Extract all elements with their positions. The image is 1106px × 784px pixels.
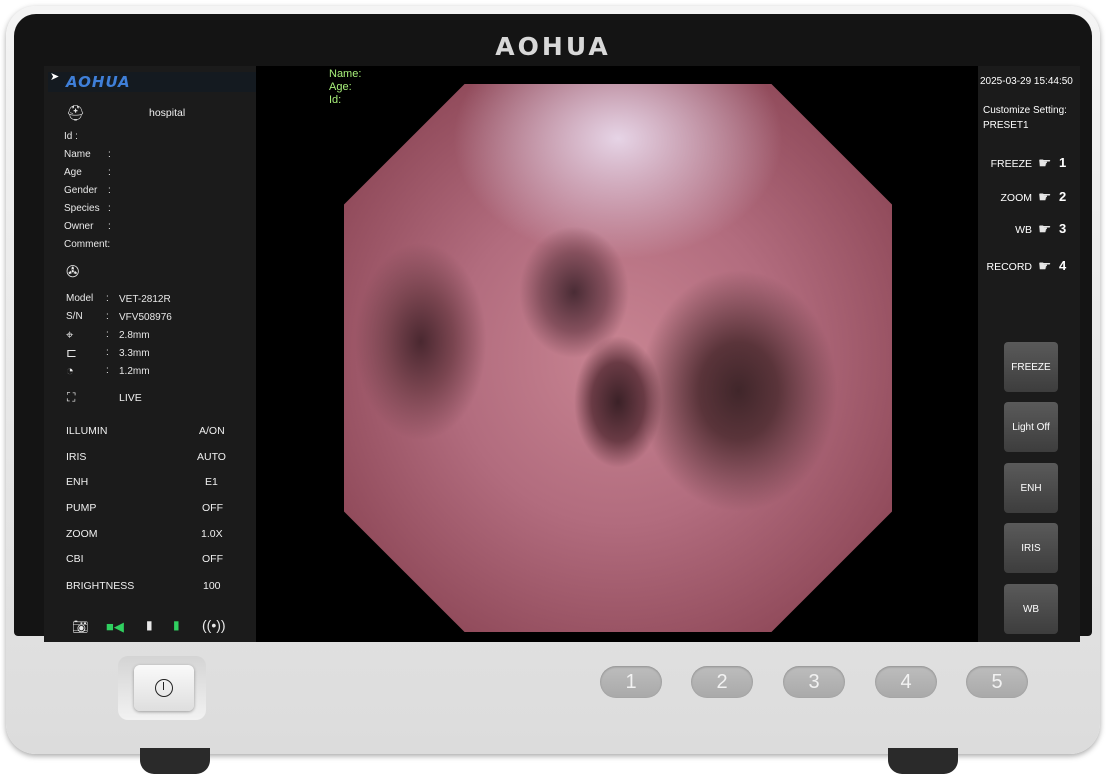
separator: : (108, 203, 111, 214)
separator: : (108, 185, 111, 196)
panel-logo: AOHUA (48, 72, 256, 92)
enh-button[interactable]: ENH (1004, 463, 1058, 513)
setting-value: E1 (205, 476, 218, 488)
setting-label: IRIS (66, 451, 87, 463)
overlay-id-label: Id: (329, 94, 342, 106)
tip-diameter-value: 2.8mm (119, 330, 150, 341)
usb-icon: ▮ (146, 618, 153, 632)
bend-value: 1.2mm (119, 366, 150, 377)
model-value: VET-2812R (119, 294, 171, 305)
hand-button-icon: ☛ (1038, 221, 1052, 238)
separator: : (108, 149, 111, 160)
hotkey-number: 1 (1059, 155, 1067, 170)
setting-label: ILLUMIN (66, 425, 108, 437)
mouse-cursor-icon: ➤ (50, 71, 60, 83)
wb-button[interactable]: WB (1004, 584, 1058, 634)
endoscope-monitor: AOHUA AOHUA ➤ ⛑ hospital Id : Name : Age… (6, 6, 1100, 754)
setting-label: ENH (66, 476, 89, 488)
hotkey-number: 3 (1059, 221, 1067, 236)
setting-value: 100 (203, 580, 221, 592)
setting-value: 1.0X (201, 528, 223, 540)
device-brand-logo: AOHUA (495, 32, 611, 61)
hotkey-zoom: ZOOM ☛ 2 (978, 188, 1078, 208)
front-button-4[interactable]: 4 (875, 666, 937, 698)
hotkey-freeze: FREEZE ☛ 1 (978, 154, 1078, 174)
screen-bezel: AOHUA AOHUA ➤ ⛑ hospital Id : Name : Age… (14, 14, 1092, 642)
patient-gender-label: Gender (64, 185, 98, 196)
setting-label: BRIGHTNESS (66, 580, 135, 592)
separator: : (106, 293, 109, 304)
hand-button-icon: ☛ (1038, 258, 1052, 275)
patient-name-label: Name (64, 149, 91, 160)
overlay-age-label: Age: (329, 81, 352, 93)
setting-label: PUMP (66, 502, 97, 514)
sn-label: S/N (66, 311, 83, 322)
overlay-name-label: Name: (329, 68, 362, 80)
separator: : (106, 365, 109, 376)
mode-status: LIVE (119, 392, 142, 404)
setting-value: A/ON (199, 425, 225, 437)
wifi-icon: ((•)) (202, 617, 226, 633)
setting-value: OFF (202, 502, 223, 514)
separator: : (108, 167, 111, 178)
sd-card-icon: ▮ (173, 618, 180, 632)
right-control-panel: 2025-03-29 15:44:50 Customize Setting: P… (978, 66, 1080, 642)
device-foot (140, 748, 210, 774)
hotkey-label: FREEZE (990, 158, 1032, 170)
left-info-panel: AOHUA ➤ ⛑ hospital Id : Name : Age : Gen… (44, 66, 256, 642)
separator: : (106, 329, 109, 340)
light-off-button[interactable]: Light Off (1004, 402, 1058, 452)
iris-button[interactable]: IRIS (1004, 523, 1058, 573)
video-icon: ■◀ (106, 619, 124, 634)
scope-icon: ✇ (66, 264, 80, 281)
power-icon (155, 679, 173, 697)
customize-label: Customize Setting: (983, 105, 1067, 116)
front-button-2[interactable]: 2 (691, 666, 753, 698)
channel-icon: ⊏ (66, 345, 77, 360)
hotkey-number: 2 (1059, 189, 1067, 204)
patient-species-label: Species (64, 203, 100, 214)
front-button-1[interactable]: 1 (600, 666, 662, 698)
setting-label: ZOOM (66, 528, 98, 540)
hospital-name: hospital (149, 107, 186, 119)
endoscope-live-video (344, 84, 892, 632)
screen: AOHUA ➤ ⛑ hospital Id : Name : Age : Gen… (44, 66, 1080, 642)
hospital-icon: ⛑ (66, 105, 86, 122)
separator: : (106, 347, 109, 358)
hotkey-record: RECORD ☛ 4 (978, 257, 1078, 277)
sn-value: VFV508976 (119, 312, 172, 323)
hotkey-wb: WB ☛ 3 (978, 220, 1078, 240)
channel-value: 3.3mm (119, 348, 150, 359)
hand-button-icon: ☛ (1038, 189, 1052, 206)
datetime: 2025-03-29 15:44:50 (980, 76, 1073, 87)
power-button[interactable] (134, 665, 194, 711)
device-foot (888, 748, 958, 774)
hand-button-icon: ☛ (1038, 155, 1052, 172)
bend-icon: ◔ (66, 363, 74, 378)
hotkey-label: ZOOM (1000, 192, 1033, 204)
tip-diameter-icon: ⌖ (66, 327, 74, 342)
panel-logo-text: AOHUA (66, 73, 131, 91)
model-label: Model (66, 293, 94, 304)
separator: : (106, 311, 109, 322)
freeze-button[interactable]: FREEZE (1004, 342, 1058, 392)
front-button-5[interactable]: 5 (966, 666, 1028, 698)
patient-age-label: Age (64, 167, 82, 178)
preset-name: PRESET1 (983, 120, 1029, 131)
front-button-3[interactable]: 3 (783, 666, 845, 698)
setting-label: CBI (66, 553, 84, 565)
hotkey-label: RECORD (986, 261, 1032, 273)
hotkey-label: WB (1015, 224, 1032, 236)
hotkey-number: 4 (1059, 258, 1067, 273)
patient-owner-label: Owner (64, 221, 94, 232)
customize-setting: Customize Setting: PRESET1 (983, 103, 1067, 133)
patient-id-label: Id : (64, 131, 78, 142)
fullscreen-icon[interactable]: ⛶ (67, 391, 75, 403)
setting-value: AUTO (197, 451, 226, 463)
setting-value: OFF (202, 553, 223, 565)
separator: : (108, 221, 111, 232)
camera-icon: 📷︎ (72, 619, 89, 634)
patient-comment-label: Comment: (64, 239, 111, 250)
